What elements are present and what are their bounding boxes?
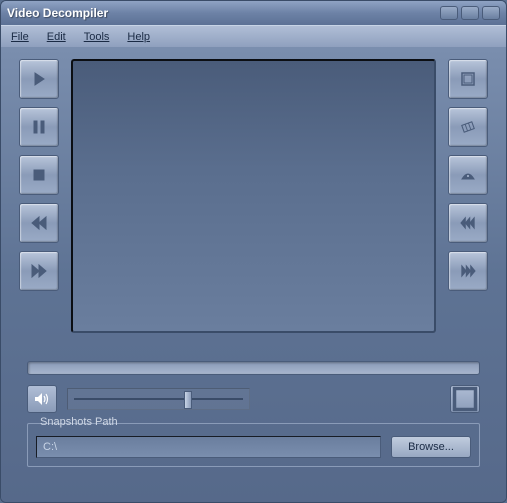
body-area: Snapshots Path Browse... <box>1 47 506 502</box>
snapshots-row: Browse... <box>36 436 471 458</box>
stop-icon <box>31 167 47 183</box>
grab-range-button[interactable] <box>448 155 488 195</box>
skip-forward-icon <box>460 263 476 279</box>
pause-button[interactable] <box>19 107 59 147</box>
volume-slider[interactable] <box>67 388 250 410</box>
titlebar: Video Decompiler <box>1 1 506 25</box>
app-window: Video Decompiler File Edit Tools Help <box>0 0 507 503</box>
film-capture-icon <box>460 119 476 135</box>
progress-bar[interactable] <box>27 361 480 375</box>
skip-back-icon <box>460 215 476 231</box>
stop-button[interactable] <box>19 155 59 195</box>
skip-forward-button[interactable] <box>448 251 488 291</box>
grab-range-icon <box>460 167 476 183</box>
playback-controls-column <box>19 59 59 333</box>
close-button[interactable] <box>482 6 500 20</box>
speaker-icon <box>34 391 50 407</box>
menu-help[interactable]: Help <box>127 31 150 43</box>
rewind-icon <box>31 215 47 231</box>
fullscreen-icon <box>451 385 479 413</box>
browse-label: Browse... <box>408 441 454 453</box>
rewind-button[interactable] <box>19 203 59 243</box>
menu-file[interactable]: File <box>11 31 29 43</box>
slider-track <box>74 398 243 400</box>
main-row <box>19 59 488 333</box>
window-controls <box>440 6 500 20</box>
video-viewport[interactable] <box>71 59 436 333</box>
play-icon <box>31 71 47 87</box>
snapshots-legend: Snapshots Path <box>36 416 122 428</box>
browse-button[interactable]: Browse... <box>391 436 471 458</box>
fullscreen-button[interactable] <box>450 385 480 413</box>
window-title: Video Decompiler <box>7 6 440 20</box>
image-capture-button[interactable] <box>448 59 488 99</box>
fast-forward-button[interactable] <box>19 251 59 291</box>
maximize-button[interactable] <box>461 6 479 20</box>
skip-back-button[interactable] <box>448 203 488 243</box>
play-button[interactable] <box>19 59 59 99</box>
menubar: File Edit Tools Help <box>1 25 506 47</box>
snapshots-path-group: Snapshots Path Browse... <box>27 423 480 467</box>
image-capture-icon <box>460 71 476 87</box>
menu-tools[interactable]: Tools <box>84 31 110 43</box>
slider-thumb[interactable] <box>184 391 192 409</box>
capture-controls-column <box>448 59 488 333</box>
minimize-button[interactable] <box>440 6 458 20</box>
volume-row <box>27 385 480 413</box>
fast-forward-icon <box>31 263 47 279</box>
snapshots-path-input[interactable] <box>36 436 381 458</box>
volume-button[interactable] <box>27 385 57 413</box>
menu-edit[interactable]: Edit <box>47 31 66 43</box>
film-capture-button[interactable] <box>448 107 488 147</box>
pause-icon <box>31 119 47 135</box>
